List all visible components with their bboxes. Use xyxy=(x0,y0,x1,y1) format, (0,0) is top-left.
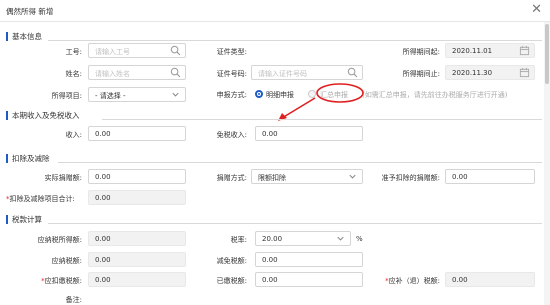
taxable-income-value: 0.00 xyxy=(95,235,111,243)
section-divider xyxy=(58,162,542,163)
name-input[interactable]: 请输入姓名 xyxy=(88,65,186,80)
deduction-total-field: 0.00 xyxy=(88,190,186,205)
tax-refund-text: 应补（退）税额: xyxy=(388,277,440,285)
taxable-income-field: 0.00 xyxy=(88,231,186,246)
tax-refund-value: 0.00 xyxy=(452,276,468,284)
allowed-deduction-label: 准予扣除的捐赠额: xyxy=(381,174,440,182)
period-start-field[interactable]: 2020.11.01 xyxy=(445,43,535,58)
tax-withheld-label: *应扣缴税额: xyxy=(41,276,82,286)
section-tax-calc: 税款计算 xyxy=(6,213,542,225)
tax-rate-unit: % xyxy=(356,235,363,243)
income-item-value: - 请选择 - xyxy=(95,92,126,100)
chevron-down-icon xyxy=(337,236,344,241)
tax-payable-label: 应纳税额: xyxy=(51,257,82,265)
chevron-down-icon xyxy=(349,174,356,179)
donation-method-value: 限额扣除 xyxy=(258,174,286,182)
period-start-label: 所得期间起: xyxy=(402,48,440,56)
section-divider xyxy=(48,223,542,224)
declare-method-label: 申报方式: xyxy=(216,91,247,99)
section-basic-info: 基本信息 xyxy=(6,30,542,42)
tax-withheld-text: 应扣缴税额: xyxy=(44,277,82,285)
tax-payable-value: 0.00 xyxy=(95,256,111,264)
section-deduction: 扣除及减除 xyxy=(6,152,542,164)
tax-reduction-label: 减免税额: xyxy=(216,257,247,265)
name-placeholder: 请输入姓名 xyxy=(95,70,130,78)
income-input[interactable]: 0.00 xyxy=(88,126,186,141)
income-item-label: 所得项目: xyxy=(51,92,82,100)
tax-payable-field: 0.00 xyxy=(88,252,186,267)
donation-label: 实际捐赠额: xyxy=(44,174,82,182)
radio-detail-declare[interactable] xyxy=(255,90,263,98)
chevron-down-icon xyxy=(172,92,179,97)
tax-refund-field: 0.00 xyxy=(445,272,535,287)
tax-refund-label: *应补（退）税额: xyxy=(385,276,440,286)
id-type-label: 证件类型: xyxy=(216,48,247,56)
id-no-label: 证件号码: xyxy=(216,70,247,78)
taxable-income-label: 应纳税所得额: xyxy=(37,236,82,244)
period-start-value: 2020.11.01 xyxy=(452,47,493,55)
remark-label: 备注: xyxy=(65,296,82,304)
search-icon[interactable] xyxy=(170,67,181,78)
donation-input[interactable]: 0.00 xyxy=(88,169,186,184)
tax-withheld-field: 0.00 xyxy=(88,272,186,287)
period-end-value: 2020.11.30 xyxy=(452,69,493,77)
employee-no-label: 工号: xyxy=(65,48,82,56)
income-value: 0.00 xyxy=(95,130,111,138)
donation-value: 0.00 xyxy=(95,173,111,181)
section-title: 基本信息 xyxy=(12,32,42,41)
section-marker xyxy=(6,32,8,41)
section-marker xyxy=(6,111,8,120)
employee-no-input[interactable]: 请输入工号 xyxy=(88,43,186,58)
section-divider xyxy=(102,119,542,120)
dialog-titlebar: 偶然所得 新增 ✕ xyxy=(0,0,550,22)
section-income: 本期收入及免税收入 xyxy=(6,109,542,121)
deduction-total-value: 0.00 xyxy=(95,194,111,202)
search-icon[interactable] xyxy=(170,45,181,56)
id-no-placeholder: 请输入证件号码 xyxy=(258,70,307,78)
tax-free-income-input[interactable]: 0.00 xyxy=(255,126,363,141)
summary-declare-note: (如需汇总申报，请先前往办税服务厅进行开通) xyxy=(362,91,508,99)
tax-rate-label: 税率: xyxy=(230,236,247,244)
id-no-input[interactable]: 请输入证件号码 xyxy=(251,65,363,80)
section-title: 扣除及减除 xyxy=(12,154,50,163)
deduction-total-text: 扣除及减除项目合计: xyxy=(9,195,75,203)
name-label: 姓名: xyxy=(65,70,82,78)
section-title: 本期收入及免税收入 xyxy=(12,111,80,120)
employee-no-placeholder: 请输入工号 xyxy=(95,48,130,56)
tax-paid-input[interactable]: 0.00 xyxy=(255,272,363,287)
allowed-deduction-value: 0.00 xyxy=(452,173,468,181)
allowed-deduction-input[interactable]: 0.00 xyxy=(445,169,535,184)
section-divider xyxy=(48,40,542,41)
tax-free-income-value: 0.00 xyxy=(262,130,278,138)
search-icon[interactable] xyxy=(347,67,358,78)
deduction-total-label: *扣除及减除项目合计: xyxy=(6,194,75,204)
tax-withheld-value: 0.00 xyxy=(95,276,111,284)
calendar-icon[interactable] xyxy=(519,45,530,56)
section-marker xyxy=(6,154,8,163)
tax-paid-value: 0.00 xyxy=(262,276,278,284)
tax-paid-label: 已缴税额: xyxy=(216,277,247,285)
calendar-icon[interactable] xyxy=(519,67,530,78)
tax-rate-value: 20.00 xyxy=(262,235,283,243)
section-title: 税款计算 xyxy=(12,215,42,224)
donation-method-label: 捐赠方式: xyxy=(216,174,247,182)
period-end-field[interactable]: 2020.11.30 xyxy=(445,65,535,80)
scrollbar-thumb[interactable] xyxy=(545,24,549,84)
dialog-title: 偶然所得 新增 xyxy=(6,7,54,16)
income-label: 收入: xyxy=(65,131,82,139)
tax-rate-select[interactable]: 20.00 xyxy=(255,231,351,246)
donation-method-select[interactable]: 限额扣除 xyxy=(251,169,363,184)
close-icon[interactable]: ✕ xyxy=(531,3,542,17)
period-end-label: 所得期间止: xyxy=(402,70,440,78)
tax-reduction-input[interactable]: 0.00 xyxy=(255,252,363,267)
section-marker xyxy=(6,215,8,224)
income-item-select[interactable]: - 请选择 - xyxy=(88,87,186,102)
tax-reduction-value: 0.00 xyxy=(262,256,278,264)
tax-free-income-label: 免税收入: xyxy=(216,131,247,139)
